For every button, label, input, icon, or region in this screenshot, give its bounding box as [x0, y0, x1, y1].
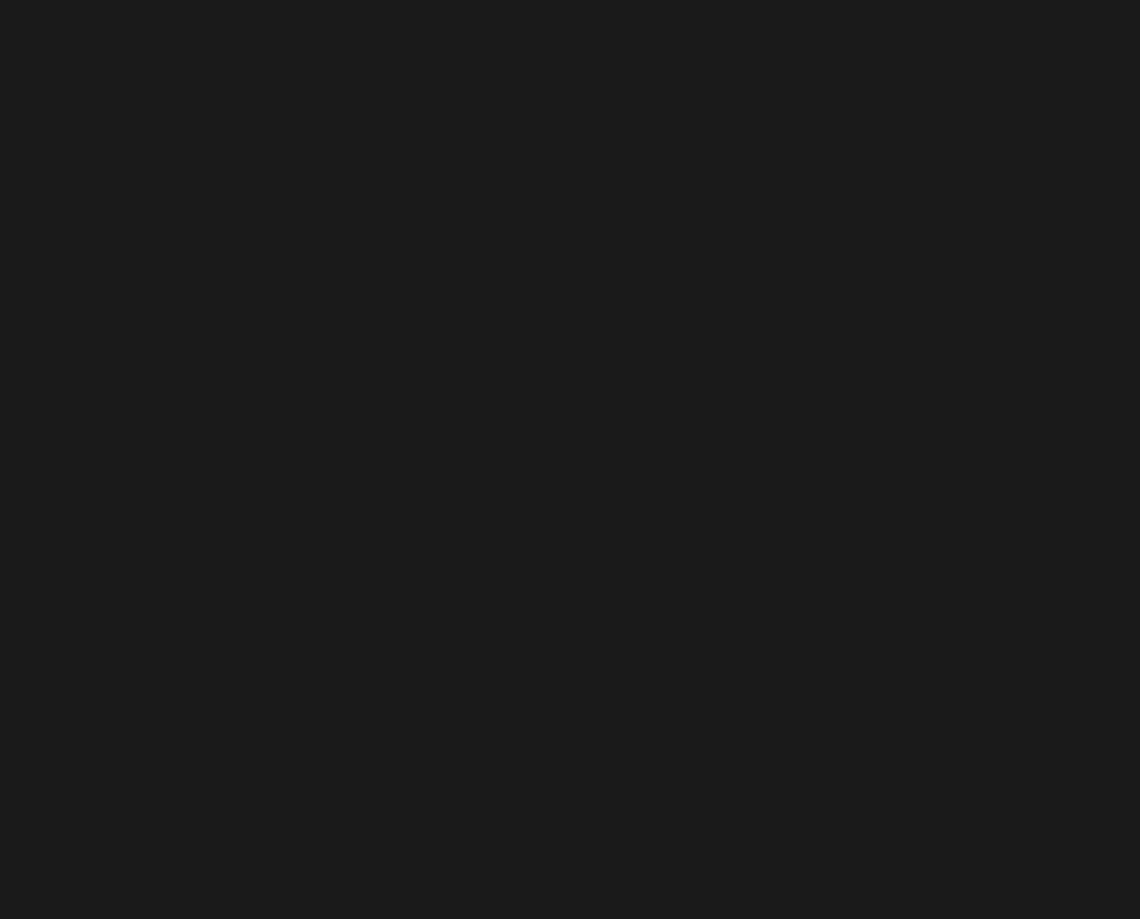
tier-list: [0, 0, 1140, 919]
tiermaker-logo-grid: [1045, 18, 1102, 75]
tiermaker-logo: [686, 0, 1140, 92]
